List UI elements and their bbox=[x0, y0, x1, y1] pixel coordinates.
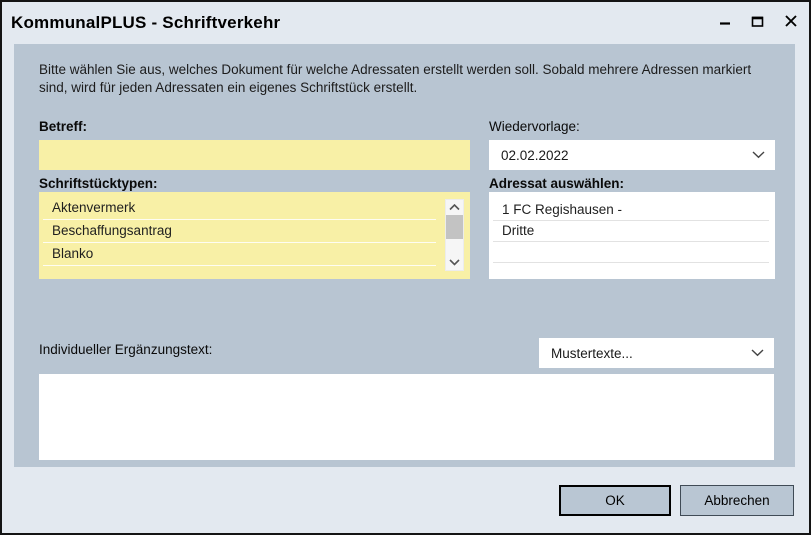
dialog-window: KommunalPLUS - Schriftverkehr Bitte wähl… bbox=[0, 0, 811, 535]
close-icon bbox=[784, 14, 798, 28]
list-item-adressat-1[interactable]: 1 FC Regishausen - bbox=[493, 200, 769, 221]
betreff-label: Betreff: bbox=[39, 119, 87, 134]
mustertexte-value: Mustertexte... bbox=[551, 346, 633, 361]
ok-button[interactable]: OK bbox=[559, 485, 671, 516]
list-item-blanko[interactable]: Blanko bbox=[43, 243, 436, 266]
scrollbar-thumb[interactable] bbox=[446, 215, 463, 239]
content-panel: Bitte wählen Sie aus, welches Dokument f… bbox=[14, 44, 795, 467]
mustertexte-dropdown[interactable]: Mustertexte... bbox=[539, 338, 774, 368]
ergaenzungstext-label: Individueller Ergänzungstext: bbox=[39, 342, 212, 357]
wiedervorlage-label: Wiedervorlage: bbox=[489, 119, 580, 134]
betreff-input[interactable] bbox=[39, 140, 470, 170]
title-bar: KommunalPLUS - Schriftverkehr bbox=[2, 2, 809, 42]
maximize-icon bbox=[751, 15, 764, 28]
ergaenzungstext-textarea[interactable] bbox=[39, 374, 774, 460]
adressat-label: Adressat auswählen: bbox=[489, 176, 624, 191]
schriftstuecktypen-listbox: Aktenvermerk Beschaffungsantrag Blanko bbox=[39, 192, 470, 279]
wiedervorlage-dropdown[interactable]: 02.02.2022 bbox=[489, 140, 775, 170]
list-item-empty bbox=[493, 242, 769, 263]
typen-scrollbar[interactable] bbox=[445, 199, 464, 271]
minimize-button[interactable] bbox=[708, 4, 741, 38]
scroll-down-icon[interactable] bbox=[446, 255, 463, 270]
cancel-button[interactable]: Abbrechen bbox=[680, 485, 794, 516]
adressat-listbox: 1 FC Regishausen - Dritte bbox=[489, 192, 775, 279]
intro-text: Bitte wählen Sie aus, welches Dokument f… bbox=[39, 61, 781, 96]
schriftstuecktypen-label: Schriftstücktypen: bbox=[39, 176, 158, 191]
minimize-icon bbox=[719, 15, 731, 27]
window-title: KommunalPLUS - Schriftverkehr bbox=[2, 11, 280, 33]
list-item-aktenvermerk[interactable]: Aktenvermerk bbox=[43, 197, 436, 220]
wiedervorlage-value: 02.02.2022 bbox=[501, 148, 569, 163]
chevron-down-icon bbox=[752, 151, 765, 159]
scrollbar-track[interactable] bbox=[446, 215, 463, 255]
chevron-down-icon bbox=[751, 349, 764, 357]
list-item-adressat-2[interactable]: Dritte bbox=[493, 221, 769, 242]
scroll-up-icon[interactable] bbox=[446, 200, 463, 215]
list-item-beschaffungsantrag[interactable]: Beschaffungsantrag bbox=[43, 220, 436, 243]
maximize-button[interactable] bbox=[741, 4, 774, 38]
close-button[interactable] bbox=[774, 4, 807, 38]
window-controls bbox=[708, 2, 807, 40]
